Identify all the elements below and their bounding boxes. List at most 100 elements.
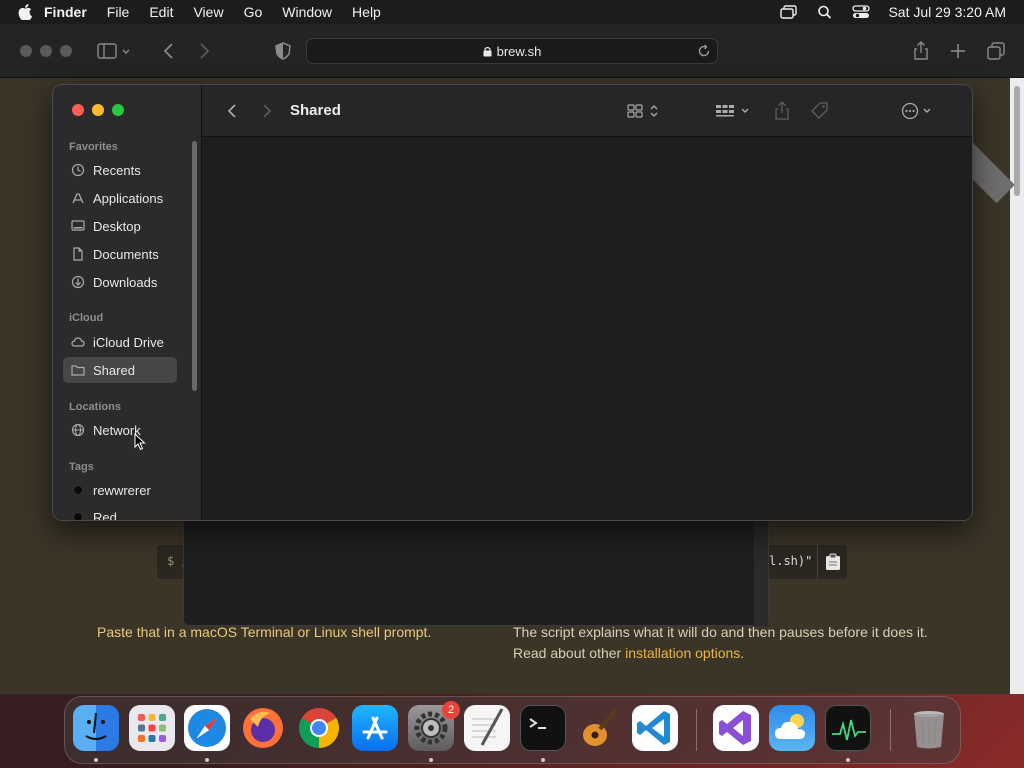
group-by-icon[interactable] [714,100,754,122]
safari-minimize-button[interactable] [40,45,52,57]
safari-zoom-button[interactable] [60,45,72,57]
back-icon[interactable] [222,100,242,122]
page-scrollbar[interactable] [1010,78,1024,694]
menu-help[interactable]: Help [352,4,381,20]
dock: 2 [64,696,961,764]
more-actions-icon[interactable] [900,100,938,122]
script-caption: The script explains what it will do and … [513,624,928,661]
app-store-icon [362,716,388,740]
spotlight-search-icon[interactable] [816,5,834,19]
tag-color-dot [73,512,83,520]
dock-launchpad-icon[interactable] [129,705,175,751]
dock-separator [890,709,891,751]
apple-menu-icon[interactable] [18,4,32,20]
finder-minimize-button[interactable] [92,104,104,116]
page-scrollbar-thumb[interactable] [1014,86,1020,196]
finder-close-button[interactable] [72,104,84,116]
launchpad-grid-icon [138,714,166,742]
mouse-pointer-icon [134,433,146,451]
dock-firefox-icon[interactable] [240,705,286,751]
sidebar-section-icloud: iCloud [69,312,104,324]
sidebar-item-downloads[interactable]: Downloads [63,269,177,295]
sidebar-toggle-icon[interactable] [96,40,136,62]
dock-running-indicator [94,758,98,762]
menu-edit[interactable]: Edit [149,4,173,20]
dock-finder-icon[interactable] [73,705,119,751]
safari-close-button[interactable] [20,45,32,57]
finder-zoom-button[interactable] [112,104,124,116]
reload-icon[interactable] [697,44,711,58]
back-icon[interactable] [158,40,180,62]
menu-go[interactable]: Go [244,4,263,20]
share-icon[interactable] [910,40,932,62]
dock-running-indicator [429,758,433,762]
share-icon[interactable] [772,100,792,122]
clipboard-icon [825,553,840,570]
compass-icon [188,709,226,747]
terminal-prompt-icon [529,718,546,729]
sidebar-section-favorites: Favorites [69,141,118,153]
forward-icon[interactable] [193,40,215,62]
dock-visual-studio-icon[interactable] [713,705,759,751]
dock-garageband-icon[interactable] [576,705,622,751]
finder-content-area[interactable] [202,137,972,520]
forward-icon[interactable] [257,100,277,122]
menu-file[interactable]: File [107,4,130,20]
command-text: l.sh)" [769,554,813,568]
address-text: brew.sh [496,43,542,59]
dock-trash-icon[interactable] [906,705,952,751]
tag-icon[interactable] [809,100,831,122]
activity-graph-icon [832,719,866,741]
finder-window: Favorites Recents Applications Desktop D… [52,84,973,521]
dock-activity-monitor-icon[interactable] [825,705,871,751]
tag-color-dot [73,485,83,495]
dock-system-settings-icon[interactable]: 2 [408,701,460,751]
dock-separator [696,709,697,751]
finder-sidebar: Favorites Recents Applications Desktop D… [53,85,202,520]
sidebar-section-locations: Locations [69,401,121,413]
sidebar-item-documents[interactable]: Documents [63,241,177,267]
sidebar-item-network[interactable]: Network [63,417,177,443]
sidebar-item-applications[interactable]: Applications [63,185,177,211]
dock-terminal-icon[interactable] [520,705,566,751]
menu-view[interactable]: View [193,4,223,20]
firefox-icon [243,708,283,748]
view-mode-icon[interactable] [625,100,665,122]
menu-clock[interactable]: Sat Jul 29 3:20 AM [888,4,1006,20]
new-tab-icon[interactable] [947,40,969,62]
screen-mirroring-icon[interactable] [780,5,798,19]
sidebar-item-tag-rewwrerer[interactable]: rewwrerer [63,477,177,503]
dock-weather-icon[interactable] [769,705,815,751]
finder-toolbar: Shared [202,85,972,137]
menu-extras: Sat Jul 29 3:20 AM [780,4,1014,20]
copy-button[interactable] [817,545,847,579]
globe-icon [71,423,85,437]
tab-overview-icon[interactable] [985,40,1007,62]
dock-textedit-icon[interactable] [464,705,510,751]
vscode-icon [637,711,670,745]
notification-badge: 2 [442,701,460,719]
document-icon [73,247,83,261]
dock-app-store-icon[interactable] [352,705,398,751]
applications-icon [72,193,84,204]
clock-icon [71,163,85,177]
sidebar-item-recents[interactable]: Recents [63,157,177,183]
dock-vscode-icon[interactable] [632,705,678,751]
menu-app-name[interactable]: Finder [44,4,87,20]
dock-running-indicator [846,758,850,762]
sidebar-item-shared[interactable]: Shared [63,357,177,383]
sidebar-item-desktop[interactable]: Desktop [63,213,177,239]
dock-safari-icon[interactable] [184,705,230,751]
sidebar-scrollbar-thumb[interactable] [192,141,197,391]
control-center-icon[interactable] [852,5,871,19]
installation-options-link[interactable]: installation options [625,645,740,661]
address-bar[interactable]: brew.sh [306,38,718,64]
menu-window[interactable]: Window [282,4,332,20]
sidebar-item-icloud-drive[interactable]: iCloud Drive [63,329,177,355]
trash-icon [914,711,944,749]
safari-toolbar: brew.sh [0,24,1024,78]
dock-chrome-icon[interactable] [296,705,342,751]
privacy-shield-icon[interactable] [272,40,294,62]
visual-studio-icon [719,711,751,745]
sidebar-item-tag-red[interactable]: Red [63,504,177,520]
